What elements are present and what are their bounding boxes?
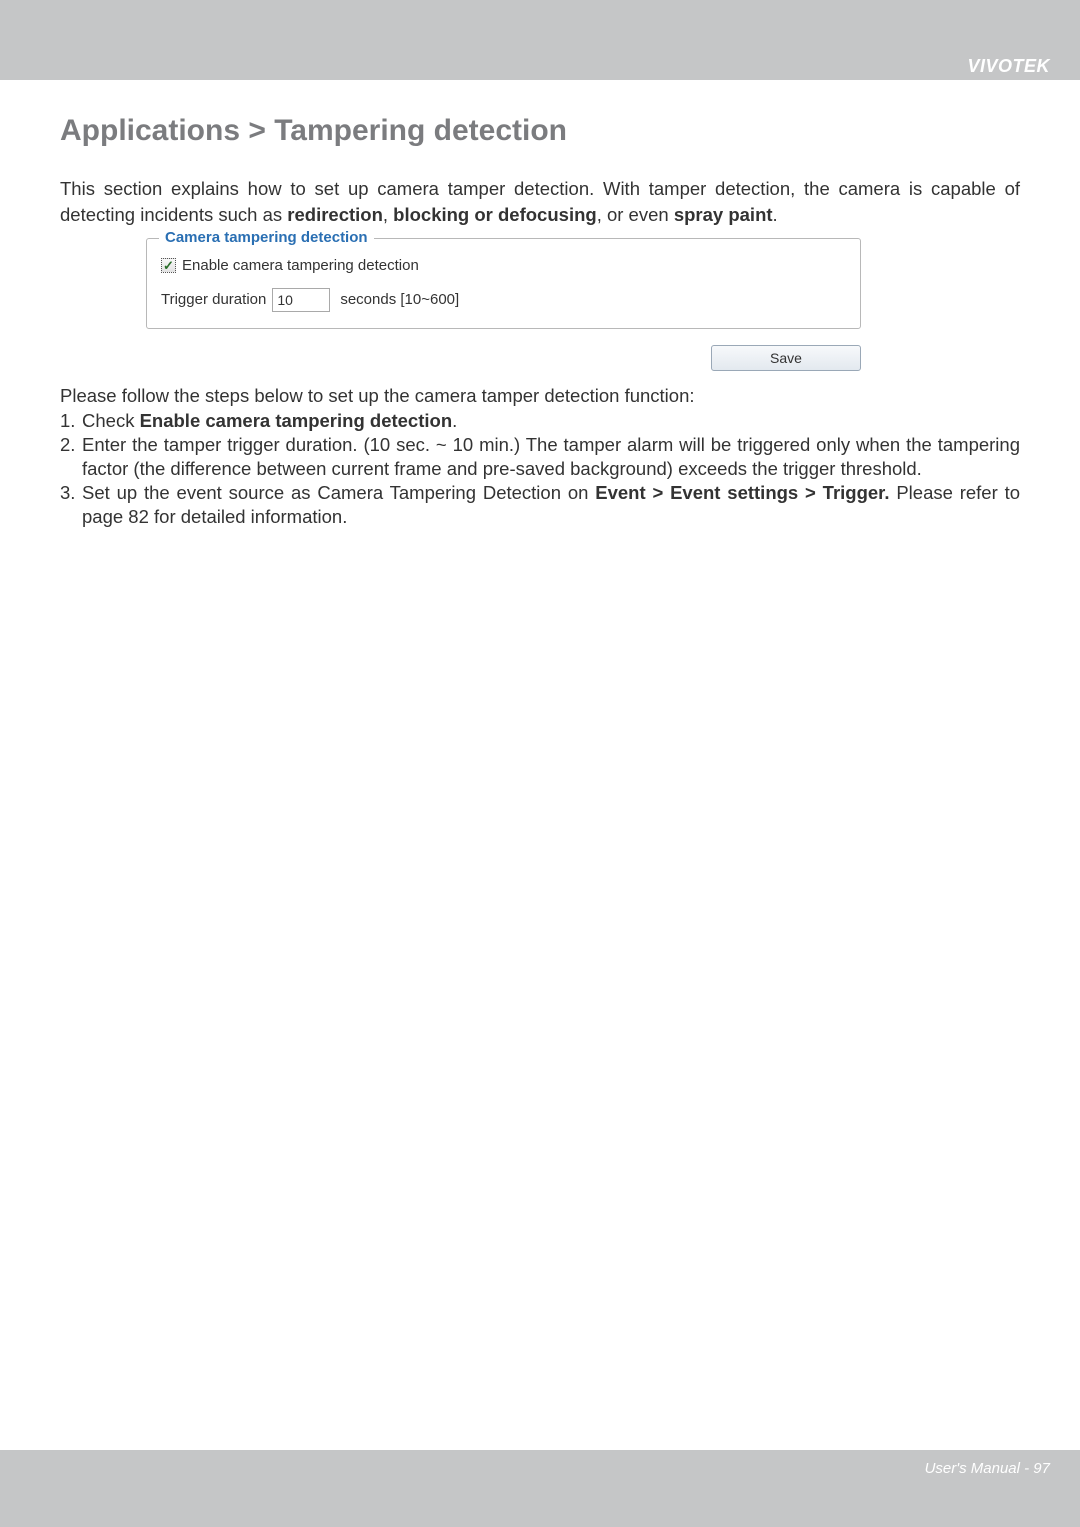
- instruction-item-1: 1. Check Enable camera tampering detecti…: [60, 409, 1020, 433]
- intro-post: .: [773, 204, 778, 225]
- instruction-item-3: 3. Set up the event source as Camera Tam…: [60, 481, 1020, 529]
- instructions-list: 1. Check Enable camera tampering detecti…: [60, 409, 1020, 529]
- enable-checkbox-row: ✓ Enable camera tampering detection: [161, 257, 846, 274]
- instruction-text-pre: Set up the event source as Camera Tamper…: [82, 482, 595, 503]
- page-title: Applications > Tampering detection: [60, 114, 1020, 148]
- settings-figure: Camera tampering detection ✓ Enable came…: [146, 238, 861, 371]
- intro-bold-blocking: blocking or defocusing: [393, 204, 597, 225]
- save-row: Save: [146, 345, 861, 371]
- instruction-text-post: .: [452, 410, 457, 431]
- instruction-number: 1.: [60, 409, 75, 433]
- fieldset-legend: Camera tampering detection: [159, 229, 374, 246]
- page-header: VIVOTEK: [0, 0, 1080, 82]
- instruction-number: 2.: [60, 433, 75, 457]
- instruction-text-pre: Check: [82, 410, 140, 431]
- instructions-lead: Please follow the steps below to set up …: [60, 385, 1020, 407]
- page-content: Applications > Tampering detection This …: [0, 82, 1080, 1450]
- footer-text: User's Manual - 97: [925, 1460, 1050, 1477]
- tampering-fieldset: Camera tampering detection ✓ Enable came…: [146, 238, 861, 329]
- instruction-text: Enter the tamper trigger duration. (10 s…: [82, 434, 1020, 479]
- trigger-duration-row: Trigger duration seconds [10~600]: [161, 288, 846, 312]
- instruction-item-2: 2. Enter the tamper trigger duration. (1…: [60, 433, 1020, 481]
- intro-sep2: , or even: [597, 204, 674, 225]
- intro-paragraph: This section explains how to set up came…: [60, 176, 1020, 228]
- intro-sep1: ,: [383, 204, 393, 225]
- page-footer: User's Manual - 97: [0, 1450, 1080, 1527]
- enable-checkbox-label: Enable camera tampering detection: [182, 257, 419, 274]
- instruction-bold: Event > Event settings > Trigger.: [595, 482, 889, 503]
- instruction-bold: Enable camera tampering detection: [140, 410, 453, 431]
- trigger-duration-input[interactable]: [272, 288, 330, 312]
- enable-checkbox[interactable]: ✓: [161, 258, 176, 273]
- save-button[interactable]: Save: [711, 345, 861, 371]
- trigger-duration-label: Trigger duration: [161, 291, 266, 308]
- intro-bold-spraypaint: spray paint: [674, 204, 773, 225]
- trigger-duration-suffix: seconds [10~600]: [340, 291, 459, 308]
- intro-bold-redirection: redirection: [287, 204, 383, 225]
- check-icon: ✓: [163, 259, 174, 272]
- instruction-number: 3.: [60, 481, 75, 505]
- brand-label: VIVOTEK: [967, 56, 1050, 77]
